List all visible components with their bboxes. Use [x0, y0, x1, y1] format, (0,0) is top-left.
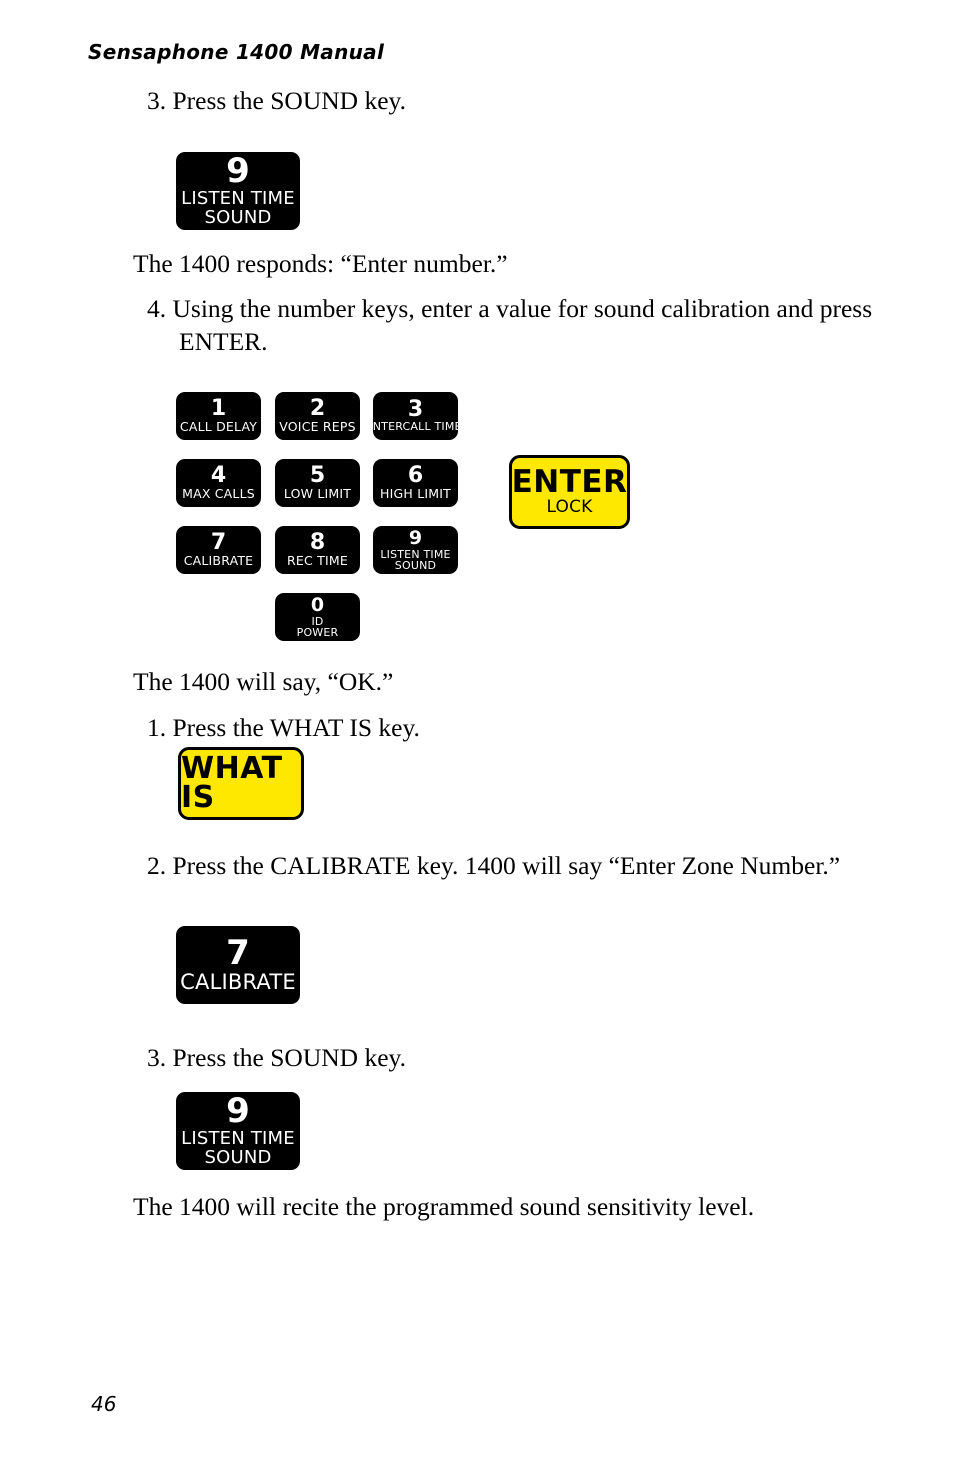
- key-graphic-0-id-power: 0 ID POWER: [275, 593, 360, 641]
- text-recite-level: The 1400 will recite the programmed soun…: [133, 1192, 755, 1221]
- key-digit: 7: [210, 529, 227, 555]
- key-label-lock: LOCK: [546, 496, 593, 517]
- step-1-press-what-is: 1. Press the WHAT IS key.: [147, 713, 420, 742]
- key-digit: 3: [407, 396, 424, 422]
- key-label-line1: REC TIME: [287, 552, 348, 568]
- step-2-press-calibrate: 2. Press the CALIBRATE key. 1400 will sa…: [147, 851, 841, 880]
- key-digit: 5: [309, 462, 326, 488]
- key-digit: 1: [210, 395, 227, 421]
- key-digit: 9: [408, 527, 423, 550]
- key-digit: 6: [407, 462, 424, 488]
- key-label-line1: CALIBRATE: [180, 969, 296, 994]
- key-label-line2: SOUND: [204, 206, 272, 228]
- key-label-what-is: WHAT IS: [181, 751, 283, 815]
- key-graphic-2-voice-reps: 2 VOICE REPS: [275, 392, 360, 440]
- key-digit: 9: [226, 1092, 250, 1132]
- step-3-press-sound-bottom: 3. Press the SOUND key.: [147, 1043, 406, 1072]
- key-graphic-7-calibrate: 7 CALIBRATE: [176, 526, 261, 574]
- key-label-line1: MAX CALLS: [182, 485, 255, 501]
- key-label-line1: LISTEN TIME: [380, 547, 451, 561]
- key-label-line1: INTERCALL TIME: [373, 420, 458, 434]
- key-label-enter: ENTER: [511, 464, 628, 501]
- page-header: Sensaphone 1400 Manual: [88, 40, 385, 64]
- key-digit: 0: [310, 594, 325, 617]
- key-graphic-6-high-limit: 6 HIGH LIMIT: [373, 459, 458, 507]
- key-label-line2: SOUND: [394, 558, 437, 572]
- key-label-line1: LOW LIMIT: [283, 485, 352, 501]
- key-graphic-what-is: WHAT IS: [178, 747, 304, 820]
- key-label-line1: CALIBRATE: [183, 552, 254, 568]
- step-3-press-sound-top: 3. Press the SOUND key.: [147, 86, 406, 115]
- text-will-say-ok: The 1400 will say, “OK.”: [133, 667, 394, 696]
- key-digit: 4: [210, 462, 227, 488]
- key-label-line1: LISTEN TIME: [181, 1127, 295, 1149]
- key-graphic-4-max-calls: 4 MAX CALLS: [176, 459, 261, 507]
- key-label-line1: HIGH LIMIT: [380, 485, 451, 501]
- key-label-line1: VOICE REPS: [279, 418, 356, 434]
- key-digit: 8: [309, 529, 326, 555]
- key-label-line2: SOUND: [204, 1146, 272, 1168]
- key-label-line2: POWER: [296, 625, 339, 639]
- key-graphic-1-call-delay: 1 CALL DELAY: [176, 392, 261, 440]
- page-number: 46: [91, 1392, 117, 1416]
- key-label-line1: LISTEN TIME: [181, 187, 295, 209]
- text-responds-enter-number: The 1400 responds: “Enter number.”: [133, 249, 508, 278]
- key-label-line1: ID: [311, 614, 324, 628]
- key-digit: 7: [226, 933, 250, 974]
- key-graphic-9-listen-time-sound: 9 LISTEN TIME SOUND: [373, 526, 458, 574]
- key-graphic-calibrate: 7 CALIBRATE: [176, 926, 300, 1004]
- key-graphic-3-intercall-time: 3 INTERCALL TIME: [373, 392, 458, 440]
- key-graphic-5-low-limit: 5 LOW LIMIT: [275, 459, 360, 507]
- key-label-line1: CALL DELAY: [179, 418, 258, 434]
- key-graphic-sound-bottom: 9 LISTEN TIME SOUND: [176, 1092, 300, 1170]
- key-graphic-sound-top: 9 LISTEN TIME SOUND: [176, 152, 300, 230]
- key-graphic-enter-lock: ENTER LOCK: [509, 455, 630, 529]
- key-digit: 9: [226, 152, 250, 192]
- step-4-enter-value: 4. Using the number keys, enter a value …: [147, 294, 873, 356]
- key-digit: 2: [309, 395, 326, 421]
- key-graphic-8-rec-time: 8 REC TIME: [275, 526, 360, 574]
